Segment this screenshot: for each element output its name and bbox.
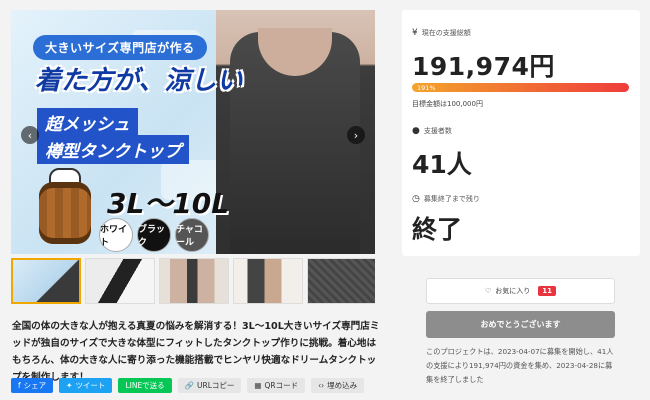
total-amount: 191,974円 <box>412 52 555 81</box>
remaining-label: 募集終了まで残り <box>423 195 480 203</box>
size-range: 3L〜10L <box>107 187 230 220</box>
color-white: ホワイト <box>99 218 133 252</box>
yen-icon: ¥ <box>412 28 418 38</box>
clock-icon: ◷ <box>412 194 420 204</box>
supporters-count: 41人 <box>412 150 472 179</box>
funding-stats-panel: ¥ 現在の支援総額 191,974円 191% 目標金額は100,000円 ● … <box>402 10 640 256</box>
thumbnail-2[interactable] <box>85 258 155 304</box>
thumbnail-4[interactable] <box>233 258 303 304</box>
progress-bar: 191% <box>412 83 629 92</box>
embed-label: 埋め込み <box>327 381 358 390</box>
twitter-share-label: ツイート <box>75 381 106 390</box>
remaining-label-row: ◷ 募集終了まで残り <box>412 194 480 204</box>
facebook-share-label: シェア <box>23 381 47 390</box>
qr-icon: ▦ <box>254 381 262 390</box>
qr-code-label: QRコード <box>264 381 299 390</box>
project-summary-text: このプロジェクトは、2023-04-07に募集を開始し、41人の支援により191… <box>426 347 614 384</box>
thumbnail-strip <box>11 258 375 304</box>
thumbnail-5[interactable] <box>307 258 375 304</box>
remaining-value: 終了 <box>412 215 463 244</box>
url-copy-label: URLコピー <box>197 381 235 390</box>
line-share-label: LINEで送る <box>125 381 165 390</box>
code-icon: ‹› <box>318 381 325 390</box>
embed-button[interactable]: ‹› 埋め込み <box>311 378 365 393</box>
share-bar: f シェア ✦ ツイート LINEで送る 🔗 URLコピー ▦ QRコード ‹›… <box>11 378 365 393</box>
twitter-share-button[interactable]: ✦ ツイート <box>59 378 113 393</box>
total-label-row: ¥ 現在の支援総額 <box>412 28 471 38</box>
link-icon: 🔗 <box>184 381 195 390</box>
thumbnail-1[interactable] <box>11 258 81 304</box>
qr-code-button[interactable]: ▦ QRコード <box>247 378 306 393</box>
hero-badge: 大きいサイズ専門店が作る <box>33 35 207 60</box>
total-label: 現在の支援総額 <box>421 29 471 37</box>
tank-top-image <box>230 28 360 254</box>
hero-subtitle-1: 超メッシュ <box>37 108 138 137</box>
color-charcoal: チャコール <box>175 218 209 252</box>
url-copy-button[interactable]: 🔗 URLコピー <box>177 378 242 393</box>
hero-headline: 着た方が、涼しい <box>35 66 243 96</box>
hero-subtitle-2: 樽型タンクトップ <box>37 135 189 164</box>
line-share-button[interactable]: LINEで送る <box>118 378 172 393</box>
project-description: 全国の体の大きな人が抱える真夏の悩みを解消する！3L〜10L大きいサイズ専門店ミ… <box>12 321 380 383</box>
heart-icon: ♡ <box>484 287 492 295</box>
color-black: ブラック <box>137 218 171 252</box>
project-finished-button: おめでとうございます <box>426 311 615 338</box>
supporters-label-row: ● 支援者数 <box>412 126 452 136</box>
next-image-button[interactable]: › <box>347 126 365 144</box>
project-main-image: 大きいサイズ専門店が作る 着た方が、涼しい 超メッシュ 樽型タンクトップ 3L〜… <box>11 10 375 254</box>
favorite-label: お気に入り <box>495 287 531 295</box>
goal-amount: 目標金額は100,000円 <box>412 100 483 108</box>
favorite-button[interactable]: ♡ お気に入り 11 <box>426 278 615 304</box>
favorite-count-badge: 11 <box>538 286 557 296</box>
facebook-share-button[interactable]: f シェア <box>11 378 54 393</box>
facebook-icon: f <box>18 381 21 390</box>
barrel-illustration <box>39 182 91 244</box>
supporters-label: 支援者数 <box>423 127 452 135</box>
color-options: ホワイト ブラック チャコール <box>99 218 209 252</box>
twitter-icon: ✦ <box>66 381 73 390</box>
thumbnail-3[interactable] <box>159 258 229 304</box>
person-icon: ● <box>412 126 420 136</box>
progress-percent: 191% <box>417 83 436 92</box>
prev-image-button[interactable]: ‹ <box>21 126 39 144</box>
